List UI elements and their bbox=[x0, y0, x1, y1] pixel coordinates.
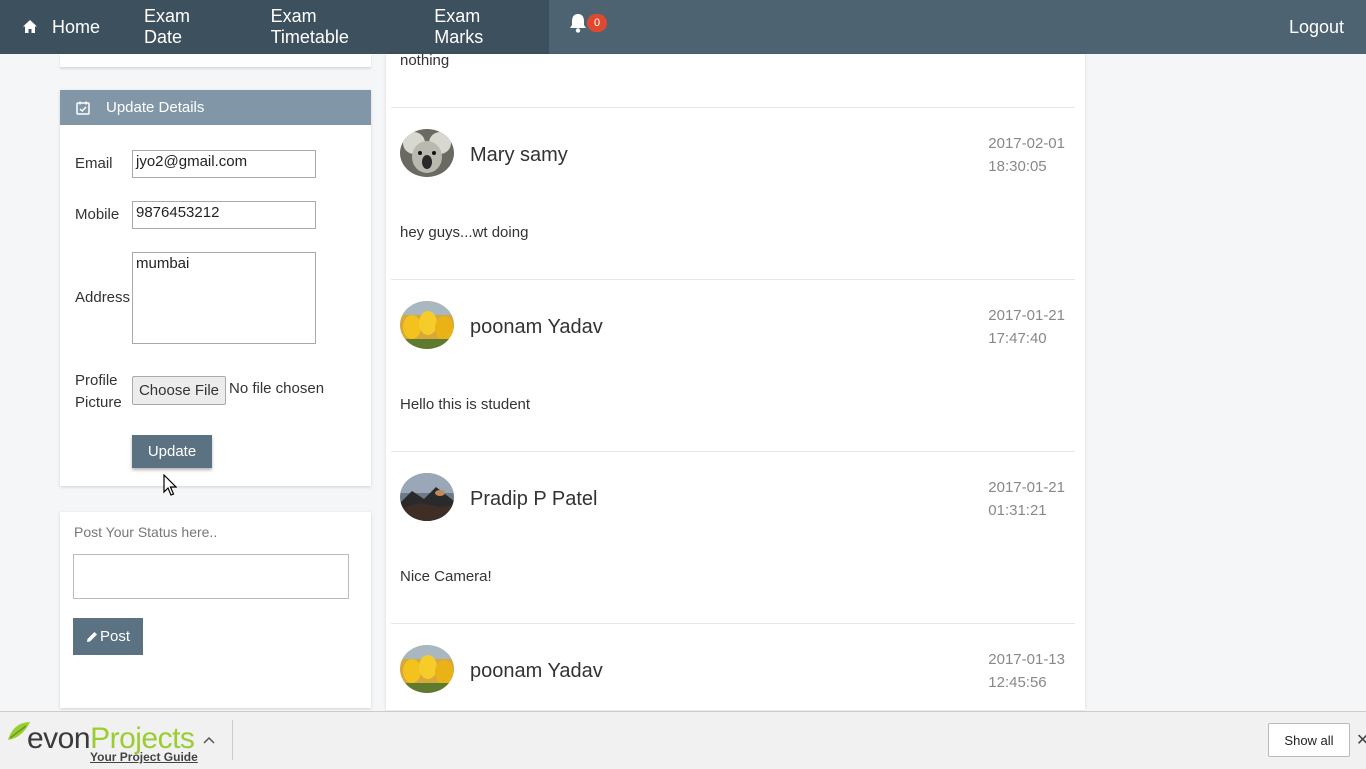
post-author[interactable]: Pradip P Patel bbox=[470, 488, 598, 511]
koala-avatar-image bbox=[400, 129, 454, 177]
calendar-check-icon bbox=[76, 101, 90, 115]
post-date: 2017-01-21 bbox=[988, 307, 1065, 324]
address-label: Address bbox=[75, 289, 131, 306]
bell-icon[interactable] bbox=[568, 12, 588, 34]
nav-exam-timetable[interactable]: Exam Timetable bbox=[249, 0, 413, 54]
post-message: hey guys...wt doing bbox=[400, 224, 529, 241]
nav-exam-timetable-label: Exam Timetable bbox=[270, 6, 349, 47]
chevron-up-icon[interactable] bbox=[203, 736, 215, 744]
nav-home-label: Home bbox=[52, 16, 101, 37]
logo-tagline: Your Project Guide bbox=[90, 750, 198, 764]
post-status-panel: Post Your Status here.. Post bbox=[60, 512, 371, 708]
logo-part1: evon bbox=[27, 722, 91, 755]
download-bar: evonProjects Your Project Guide Show all… bbox=[0, 711, 1366, 769]
post-time: 18:30:05 bbox=[988, 158, 1047, 175]
update-details-title: Update Details bbox=[106, 99, 205, 116]
feed-post: Mary samy 2017-02-01 18:30:05 hey guys..… bbox=[386, 108, 1085, 280]
status-label: Post Your Status here.. bbox=[74, 524, 218, 540]
post-timestamp: 2017-02-01 18:30:05 bbox=[988, 132, 1065, 178]
avatar[interactable] bbox=[400, 473, 454, 521]
tulips-avatar-image bbox=[400, 301, 454, 349]
avatar[interactable] bbox=[400, 129, 454, 177]
feed-post: poonam Yadav 2017-01-21 17:47:40 Hello t… bbox=[386, 280, 1085, 452]
post-date: 2017-01-13 bbox=[988, 651, 1065, 668]
post-timestamp: 2017-01-21 17:47:40 bbox=[988, 304, 1065, 350]
email-label: Email bbox=[75, 155, 113, 172]
post-author[interactable]: poonam Yadav bbox=[470, 660, 603, 683]
close-icon[interactable]: ✕ bbox=[1356, 730, 1366, 750]
mouse-cursor-icon bbox=[163, 474, 177, 496]
post-message: Nice Camera! bbox=[400, 568, 492, 585]
post-button[interactable]: Post bbox=[73, 618, 143, 655]
mobile-field[interactable]: 9876453212 bbox=[132, 201, 316, 229]
nav-exam-marks[interactable]: Exam Marks bbox=[412, 0, 549, 54]
avatar[interactable] bbox=[400, 301, 454, 349]
profile-picture-label: Profile Picture bbox=[75, 370, 122, 414]
feed-post: poonam Yadav 2017-01-13 12:45:56 bbox=[386, 624, 1085, 710]
post-time: 17:47:40 bbox=[988, 330, 1047, 347]
tulips-avatar-image bbox=[400, 645, 454, 693]
post-date: 2017-01-21 bbox=[988, 479, 1065, 496]
avatar[interactable] bbox=[400, 645, 454, 693]
status-feed: nothing Mary samy 2017-02-01 18:30:05 he… bbox=[386, 54, 1085, 710]
feed-message: nothing bbox=[400, 54, 450, 69]
nav-exam-marks-label: Exam Marks bbox=[434, 6, 484, 47]
post-author[interactable]: Mary samy bbox=[470, 144, 568, 167]
mobile-label: Mobile bbox=[75, 206, 120, 223]
logout-link[interactable]: Logout bbox=[1289, 0, 1344, 54]
post-date: 2017-02-01 bbox=[988, 135, 1065, 152]
nav-menu: Home Exam Date Exam Timetable Exam Marks bbox=[0, 0, 549, 54]
post-time: 01:31:21 bbox=[988, 502, 1047, 519]
show-all-button[interactable]: Show all bbox=[1268, 723, 1350, 757]
post-button-label: Post bbox=[99, 628, 130, 645]
top-navbar: Home Exam Date Exam Timetable Exam Marks… bbox=[0, 0, 1366, 54]
post-author[interactable]: poonam Yadav bbox=[470, 316, 603, 339]
update-button[interactable]: Update bbox=[132, 435, 212, 468]
update-details-panel: Update Details Email jyo2@gmail.com Mobi… bbox=[60, 90, 371, 486]
update-details-header: Update Details bbox=[60, 90, 371, 125]
pencil-icon bbox=[86, 631, 97, 642]
no-file-chosen-text: No file chosen bbox=[229, 380, 325, 397]
previous-panel-bottom bbox=[60, 54, 371, 68]
post-timestamp: 2017-01-13 12:45:56 bbox=[988, 648, 1065, 694]
nav-exam-date-label: Exam Date bbox=[144, 6, 191, 47]
landscape-avatar-image bbox=[400, 473, 454, 521]
post-timestamp: 2017-01-21 01:31:21 bbox=[988, 476, 1065, 522]
profile-label-line1: Profile bbox=[75, 372, 118, 389]
post-message: Hello this is student bbox=[400, 396, 531, 413]
download-separator bbox=[232, 720, 233, 760]
profile-label-line2: Picture bbox=[75, 394, 122, 411]
nav-exam-date[interactable]: Exam Date bbox=[122, 0, 249, 54]
status-input[interactable] bbox=[73, 554, 349, 599]
feed-post: Pradip P Patel 2017-01-21 01:31:21 Nice … bbox=[386, 452, 1085, 624]
nav-home[interactable]: Home bbox=[0, 0, 122, 54]
post-time: 12:45:56 bbox=[988, 674, 1047, 691]
address-field[interactable]: mumbai bbox=[132, 252, 316, 344]
notification-badge[interactable]: 0 bbox=[587, 14, 607, 32]
home-icon bbox=[23, 20, 37, 33]
email-field[interactable]: jyo2@gmail.com bbox=[132, 150, 316, 178]
choose-file-button[interactable]: Choose File bbox=[132, 376, 226, 405]
